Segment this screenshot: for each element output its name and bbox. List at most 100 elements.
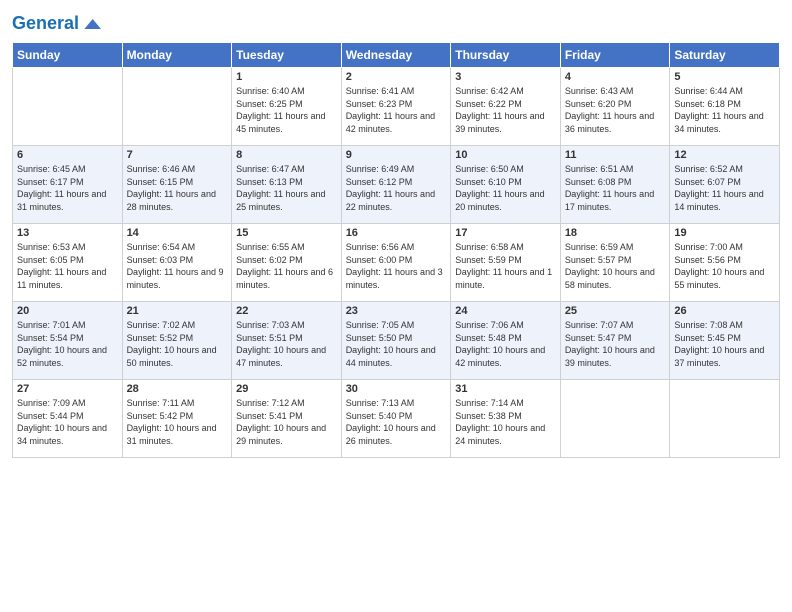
calendar-cell: 9 Sunrise: 6:49 AM Sunset: 6:12 PM Daylig…	[341, 146, 451, 224]
day-number: 20	[17, 305, 118, 317]
calendar-cell: 28 Sunrise: 7:11 AM Sunset: 5:42 PM Dayli…	[122, 380, 232, 458]
calendar-cell: 2 Sunrise: 6:41 AM Sunset: 6:23 PM Daylig…	[341, 68, 451, 146]
day-info: Sunrise: 7:02 AM Sunset: 5:52 PM Dayligh…	[127, 319, 228, 369]
day-number: 9	[346, 149, 447, 161]
header-day: Tuesday	[232, 43, 342, 68]
header-day: Sunday	[13, 43, 123, 68]
calendar-cell: 21 Sunrise: 7:02 AM Sunset: 5:52 PM Dayli…	[122, 302, 232, 380]
day-number: 1	[236, 71, 337, 83]
day-info: Sunrise: 7:00 AM Sunset: 5:56 PM Dayligh…	[674, 241, 775, 291]
header-day: Monday	[122, 43, 232, 68]
day-info: Sunrise: 6:47 AM Sunset: 6:13 PM Dayligh…	[236, 163, 337, 213]
calendar-cell: 8 Sunrise: 6:47 AM Sunset: 6:13 PM Daylig…	[232, 146, 342, 224]
calendar-cell: 31 Sunrise: 7:14 AM Sunset: 5:38 PM Dayli…	[451, 380, 561, 458]
day-number: 16	[346, 227, 447, 239]
calendar-cell: 1 Sunrise: 6:40 AM Sunset: 6:25 PM Daylig…	[232, 68, 342, 146]
calendar-cell: 23 Sunrise: 7:05 AM Sunset: 5:50 PM Dayli…	[341, 302, 451, 380]
day-info: Sunrise: 6:52 AM Sunset: 6:07 PM Dayligh…	[674, 163, 775, 213]
day-number: 23	[346, 305, 447, 317]
day-info: Sunrise: 7:03 AM Sunset: 5:51 PM Dayligh…	[236, 319, 337, 369]
calendar-cell: 13 Sunrise: 6:53 AM Sunset: 6:05 PM Dayli…	[13, 224, 123, 302]
day-info: Sunrise: 6:51 AM Sunset: 6:08 PM Dayligh…	[565, 163, 666, 213]
calendar-cell: 22 Sunrise: 7:03 AM Sunset: 5:51 PM Dayli…	[232, 302, 342, 380]
header-day: Friday	[560, 43, 670, 68]
day-number: 8	[236, 149, 337, 161]
day-number: 21	[127, 305, 228, 317]
day-number: 26	[674, 305, 775, 317]
header-day: Wednesday	[341, 43, 451, 68]
calendar-cell: 12 Sunrise: 6:52 AM Sunset: 6:07 PM Dayli…	[670, 146, 780, 224]
day-number: 18	[565, 227, 666, 239]
day-info: Sunrise: 6:58 AM Sunset: 5:59 PM Dayligh…	[455, 241, 556, 291]
day-number: 4	[565, 71, 666, 83]
day-number: 11	[565, 149, 666, 161]
day-info: Sunrise: 6:40 AM Sunset: 6:25 PM Dayligh…	[236, 85, 337, 135]
day-number: 31	[455, 383, 556, 395]
day-number: 24	[455, 305, 556, 317]
calendar-cell: 14 Sunrise: 6:54 AM Sunset: 6:03 PM Dayli…	[122, 224, 232, 302]
calendar-cell: 24Sunrise: 7:06 AM Sunset: 5:48 PM Dayli…	[451, 302, 561, 380]
day-info: Sunrise: 6:56 AM Sunset: 6:00 PM Dayligh…	[346, 241, 447, 291]
calendar-cell: 5 Sunrise: 6:44 AM Sunset: 6:18 PM Daylig…	[670, 68, 780, 146]
day-number: 19	[674, 227, 775, 239]
day-number: 12	[674, 149, 775, 161]
day-info: Sunrise: 6:44 AM Sunset: 6:18 PM Dayligh…	[674, 85, 775, 135]
calendar-cell	[670, 380, 780, 458]
day-number: 30	[346, 383, 447, 395]
day-number: 7	[127, 149, 228, 161]
day-info: Sunrise: 7:12 AM Sunset: 5:41 PM Dayligh…	[236, 397, 337, 447]
calendar-cell: 27 Sunrise: 7:09 AM Sunset: 5:44 PM Dayli…	[13, 380, 123, 458]
day-number: 17	[455, 227, 556, 239]
header-row: SundayMondayTuesdayWednesdayThursdayFrid…	[13, 43, 780, 68]
day-info: Sunrise: 7:05 AM Sunset: 5:50 PM Dayligh…	[346, 319, 447, 369]
calendar-cell: 30 Sunrise: 7:13 AM Sunset: 5:40 PM Dayli…	[341, 380, 451, 458]
calendar-cell: 15Sunrise: 6:55 AM Sunset: 6:02 PM Dayli…	[232, 224, 342, 302]
day-info: Sunrise: 6:43 AM Sunset: 6:20 PM Dayligh…	[565, 85, 666, 135]
day-info: Sunrise: 7:13 AM Sunset: 5:40 PM Dayligh…	[346, 397, 447, 447]
calendar-cell: 26Sunrise: 7:08 AM Sunset: 5:45 PM Dayli…	[670, 302, 780, 380]
logo: General	[12, 14, 101, 34]
calendar-cell: 4 Sunrise: 6:43 AM Sunset: 6:20 PM Daylig…	[560, 68, 670, 146]
day-number: 28	[127, 383, 228, 395]
day-number: 2	[346, 71, 447, 83]
day-info: Sunrise: 7:09 AM Sunset: 5:44 PM Dayligh…	[17, 397, 118, 447]
day-info: Sunrise: 7:11 AM Sunset: 5:42 PM Dayligh…	[127, 397, 228, 447]
week-row: 27 Sunrise: 7:09 AM Sunset: 5:44 PM Dayli…	[13, 380, 780, 458]
calendar-cell: 18 Sunrise: 6:59 AM Sunset: 5:57 PM Dayli…	[560, 224, 670, 302]
day-info: Sunrise: 6:41 AM Sunset: 6:23 PM Dayligh…	[346, 85, 447, 135]
calendar-cell	[122, 68, 232, 146]
day-info: Sunrise: 7:14 AM Sunset: 5:38 PM Dayligh…	[455, 397, 556, 447]
header: General	[12, 10, 780, 34]
day-info: Sunrise: 6:55 AM Sunset: 6:02 PM Dayligh…	[236, 241, 337, 291]
day-number: 13	[17, 227, 118, 239]
calendar-cell: 17 Sunrise: 6:58 AM Sunset: 5:59 PM Dayli…	[451, 224, 561, 302]
day-number: 6	[17, 149, 118, 161]
day-info: Sunrise: 6:49 AM Sunset: 6:12 PM Dayligh…	[346, 163, 447, 213]
header-day: Thursday	[451, 43, 561, 68]
day-number: 14	[127, 227, 228, 239]
calendar-cell: 11 Sunrise: 6:51 AM Sunset: 6:08 PM Dayli…	[560, 146, 670, 224]
day-info: Sunrise: 6:45 AM Sunset: 6:17 PM Dayligh…	[17, 163, 118, 213]
day-number: 29	[236, 383, 337, 395]
day-info: Sunrise: 7:07 AM Sunset: 5:47 PM Dayligh…	[565, 319, 666, 369]
week-row: 20 Sunrise: 7:01 AM Sunset: 5:54 PM Dayli…	[13, 302, 780, 380]
day-number: 3	[455, 71, 556, 83]
day-info: Sunrise: 6:46 AM Sunset: 6:15 PM Dayligh…	[127, 163, 228, 213]
calendar-cell: 10Sunrise: 6:50 AM Sunset: 6:10 PM Dayli…	[451, 146, 561, 224]
calendar-cell: 3Sunrise: 6:42 AM Sunset: 6:22 PM Daylig…	[451, 68, 561, 146]
calendar-cell	[560, 380, 670, 458]
day-number: 10	[455, 149, 556, 161]
header-day: Saturday	[670, 43, 780, 68]
logo-icon	[81, 14, 101, 34]
page: General SundayMondayTuesdayWedn	[0, 0, 792, 612]
day-info: Sunrise: 6:53 AM Sunset: 6:05 PM Dayligh…	[17, 241, 118, 291]
day-info: Sunrise: 6:54 AM Sunset: 6:03 PM Dayligh…	[127, 241, 228, 291]
day-number: 22	[236, 305, 337, 317]
calendar-cell: 6 Sunrise: 6:45 AM Sunset: 6:17 PM Daylig…	[13, 146, 123, 224]
day-number: 27	[17, 383, 118, 395]
calendar-cell: 25Sunrise: 7:07 AM Sunset: 5:47 PM Dayli…	[560, 302, 670, 380]
day-number: 5	[674, 71, 775, 83]
day-info: Sunrise: 7:01 AM Sunset: 5:54 PM Dayligh…	[17, 319, 118, 369]
day-info: Sunrise: 6:59 AM Sunset: 5:57 PM Dayligh…	[565, 241, 666, 291]
calendar-cell: 29 Sunrise: 7:12 AM Sunset: 5:41 PM Dayli…	[232, 380, 342, 458]
